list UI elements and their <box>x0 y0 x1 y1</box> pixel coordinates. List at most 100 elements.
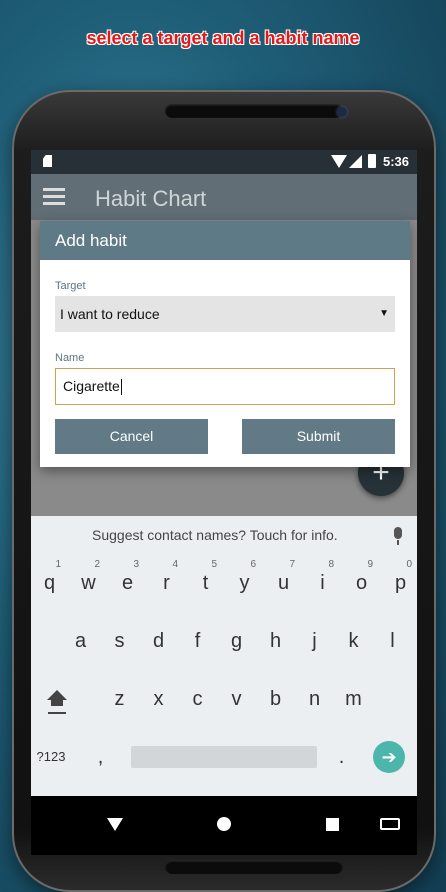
target-select-value: I want to reduce <box>60 306 160 322</box>
key-hint: 2 <box>94 559 100 570</box>
suggestion-text: Suggest contact names? Touch for info. <box>92 527 338 543</box>
keyboard-switch-icon[interactable] <box>380 818 400 830</box>
key-z[interactable]: z <box>100 670 139 728</box>
key-y[interactable]: y6 <box>225 554 264 612</box>
key-n[interactable]: n <box>295 670 334 728</box>
key-label: u <box>277 572 290 594</box>
key-c[interactable]: c <box>178 670 217 728</box>
key-label: l <box>390 630 395 652</box>
submit-button[interactable]: Submit <box>242 419 395 454</box>
key-label: z <box>114 688 125 710</box>
keyboard-row-2: a s d f g h jkl <box>31 612 417 670</box>
key-label: e <box>121 572 134 594</box>
key-p[interactable]: p0 <box>381 554 417 612</box>
shift-icon-underline <box>48 712 66 714</box>
key-label: f <box>194 630 201 652</box>
status-time: 5:36 <box>383 154 410 169</box>
key-hint: 0 <box>406 559 412 570</box>
enter-arrow-icon[interactable]: ➔ <box>373 741 405 773</box>
key-label: a <box>74 630 87 652</box>
phone-frame: 5:36 Habit Chart + Add habit Target I wa… <box>12 90 436 892</box>
add-habit-dialog: Add habit Target I want to reduce ▼ Name… <box>40 221 410 467</box>
keyboard-row-4: ?123 , . ➔ <box>31 728 417 786</box>
period-key[interactable]: . <box>322 728 361 786</box>
key-label: d <box>152 630 165 652</box>
app-title: Habit Chart <box>95 186 207 211</box>
top-speaker <box>165 104 343 118</box>
status-bar: 5:36 <box>31 150 417 174</box>
key-label: c <box>192 688 203 710</box>
suggestion-strip[interactable]: Suggest contact names? Touch for info. <box>31 516 417 554</box>
recents-nav-icon[interactable] <box>326 818 339 831</box>
key-hint: 6 <box>250 559 256 570</box>
name-label: Name <box>55 352 85 364</box>
key-label: q <box>43 572 56 594</box>
key-w[interactable]: w2 <box>69 554 108 612</box>
key-d[interactable]: d <box>139 612 178 670</box>
hamburger-menu-icon[interactable] <box>43 188 65 206</box>
key-g[interactable]: g <box>217 612 256 670</box>
shift-key[interactable] <box>31 670 70 728</box>
key-label: n <box>308 688 321 710</box>
battery-icon <box>368 154 376 168</box>
key-label: j <box>312 630 317 652</box>
key-t[interactable]: t5 <box>186 554 225 612</box>
home-nav-icon[interactable] <box>217 817 231 831</box>
key-label: v <box>231 688 242 710</box>
comma-key[interactable]: , <box>81 728 120 786</box>
app-bar: Habit Chart <box>31 174 417 220</box>
key-k[interactable]: k <box>334 612 373 670</box>
key-hint: 8 <box>328 559 334 570</box>
key-b[interactable]: b <box>256 670 295 728</box>
key-label: b <box>269 688 282 710</box>
key-r[interactable]: r4 <box>147 554 186 612</box>
key-label: g <box>230 630 243 652</box>
key-label: t <box>202 572 209 594</box>
key-hint: 4 <box>172 559 178 570</box>
key-a[interactable]: a <box>61 612 100 670</box>
keyboard-row-1: q1w2e3r4t5y6u7i8o9p0 <box>31 554 417 612</box>
key-hint: 1 <box>55 559 61 570</box>
phone-screen: 5:36 Habit Chart + Add habit Target I wa… <box>31 150 417 855</box>
back-nav-icon[interactable] <box>107 818 123 831</box>
target-select[interactable]: I want to reduce ▼ <box>55 296 395 332</box>
space-key[interactable] <box>131 746 317 768</box>
name-input[interactable]: Cigarette <box>55 368 395 405</box>
cancel-button[interactable]: Cancel <box>55 419 208 454</box>
key-label: h <box>269 630 282 652</box>
key-i[interactable]: i8 <box>303 554 342 612</box>
front-camera <box>337 107 347 117</box>
key-hint: 9 <box>367 559 373 570</box>
key-label: i <box>320 572 325 594</box>
caption-text: select a target and a habit name <box>86 28 360 48</box>
backspace-key[interactable]: ✕ <box>373 670 412 728</box>
bottom-speaker <box>165 860 343 874</box>
target-label: Target <box>55 280 86 292</box>
key-v[interactable]: v <box>217 670 256 728</box>
key-h[interactable]: h <box>256 612 295 670</box>
key-hint: 5 <box>211 559 217 570</box>
navigation-bar <box>31 796 417 855</box>
mic-icon[interactable] <box>394 527 402 545</box>
shift-icon <box>47 690 67 700</box>
symbols-key[interactable]: ?123 <box>31 728 71 786</box>
key-s[interactable]: s <box>100 612 139 670</box>
key-q[interactable]: q1 <box>31 554 69 612</box>
shift-icon-stem <box>51 700 63 706</box>
key-m[interactable]: m <box>334 670 373 728</box>
key-e[interactable]: e3 <box>108 554 147 612</box>
dialog-title: Add habit <box>40 221 410 260</box>
keyboard-row-3: ✕ z x c v b n m <box>31 670 417 728</box>
key-label: w <box>81 572 96 594</box>
dropdown-arrow-icon: ▼ <box>379 308 389 319</box>
key-label: p <box>394 572 407 594</box>
key-label: m <box>345 688 362 710</box>
key-u[interactable]: u7 <box>264 554 303 612</box>
key-l[interactable]: l <box>373 612 412 670</box>
key-j[interactable]: j <box>295 612 334 670</box>
wifi-icon <box>331 155 347 168</box>
key-o[interactable]: o9 <box>342 554 381 612</box>
key-f[interactable]: f <box>178 612 217 670</box>
key-label: s <box>114 630 125 652</box>
key-x[interactable]: x <box>139 670 178 728</box>
